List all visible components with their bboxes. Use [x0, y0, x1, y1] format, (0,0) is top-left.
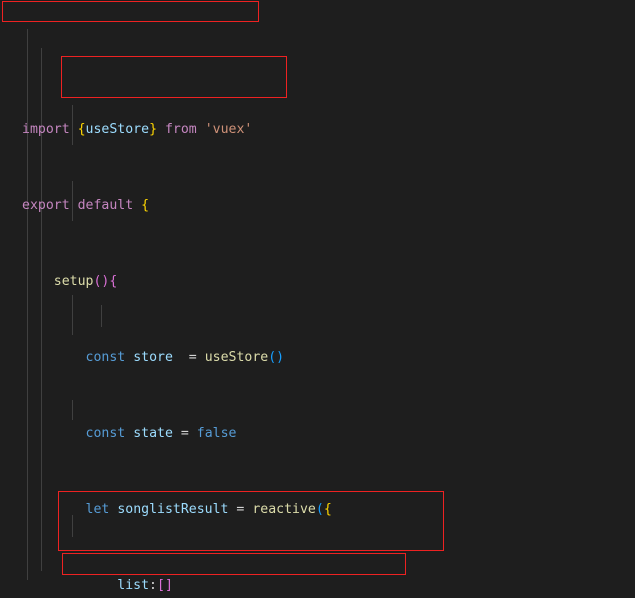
code-line-list[interactable]: list:[]	[0, 576, 635, 595]
code-content[interactable]: import {reactive,computed,onMounted} fro…	[0, 0, 635, 598]
code-line[interactable]: import {reactive,computed,onMounted} fro…	[0, 60, 635, 63]
code-line-const-state[interactable]: const state = false	[0, 424, 635, 443]
code-line-const-store[interactable]: const store = useStore()	[0, 348, 635, 367]
code-editor[interactable]: import {reactive,computed,onMounted} fro…	[0, 0, 635, 598]
code-line-let-songlistresult[interactable]: let songlistResult = reactive({	[0, 500, 635, 519]
code-line-setup[interactable]: setup(){	[0, 272, 635, 291]
code-line-export-default[interactable]: export default {	[0, 196, 635, 215]
code-line-import-vuex[interactable]: import {useStore} from 'vuex'	[0, 120, 635, 139]
